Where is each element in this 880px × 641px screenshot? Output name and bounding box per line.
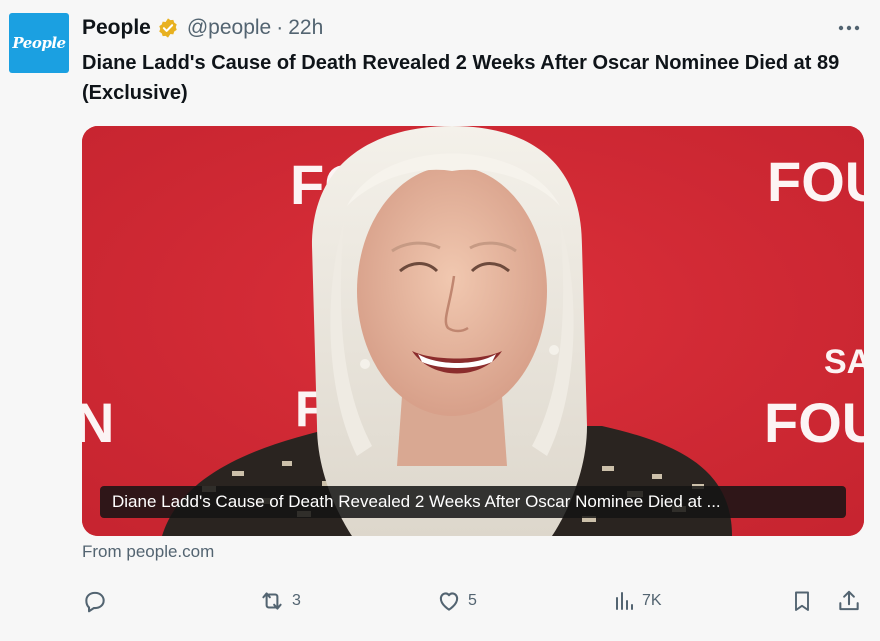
author-name[interactable]: People	[82, 16, 151, 40]
action-bar: 3 5 7K	[82, 586, 872, 616]
views-icon	[612, 588, 636, 614]
avatar-logo-text: People	[12, 34, 66, 52]
share-button[interactable]	[836, 586, 862, 616]
link-source[interactable]: From people.com	[82, 542, 214, 562]
reply-icon	[82, 588, 108, 614]
more-icon[interactable]	[834, 16, 864, 40]
like-count: 5	[468, 592, 477, 609]
verified-badge-icon	[157, 17, 179, 39]
views-count: 7K	[642, 592, 662, 609]
share-icon	[836, 588, 862, 614]
card-image[interactable]: FOUN FOUN SA FOUN FO N	[82, 126, 864, 536]
post-text: Diane Ladd's Cause of Death Revealed 2 W…	[82, 52, 840, 104]
bookmark-button[interactable]	[790, 586, 814, 616]
tweet[interactable]: People People @people · 22h Diane Ladd's…	[0, 0, 880, 641]
tweet-header: People @people · 22h	[82, 14, 323, 42]
image-caption: Diane Ladd's Cause of Death Revealed 2 W…	[100, 486, 846, 518]
reply-button[interactable]	[82, 586, 114, 616]
bookmark-icon	[790, 588, 814, 614]
repost-button[interactable]: 3	[258, 586, 301, 616]
like-icon	[436, 588, 462, 614]
backdrop-text: FOUN	[767, 150, 864, 213]
repost-count: 3	[292, 592, 301, 609]
repost-icon	[258, 588, 286, 614]
like-button[interactable]: 5	[436, 586, 477, 616]
views-button[interactable]: 7K	[612, 586, 662, 616]
backdrop-text: SA	[824, 343, 864, 381]
author-handle[interactable]: @people	[187, 16, 271, 40]
link-card[interactable]: FOUN FOUN SA FOUN FO N	[82, 126, 864, 536]
timestamp[interactable]: 22h	[288, 16, 323, 40]
backdrop-text: N	[82, 391, 114, 454]
separator-dot: ·	[276, 16, 284, 39]
backdrop-text: FOUN	[764, 391, 864, 454]
avatar[interactable]: People	[9, 13, 69, 73]
